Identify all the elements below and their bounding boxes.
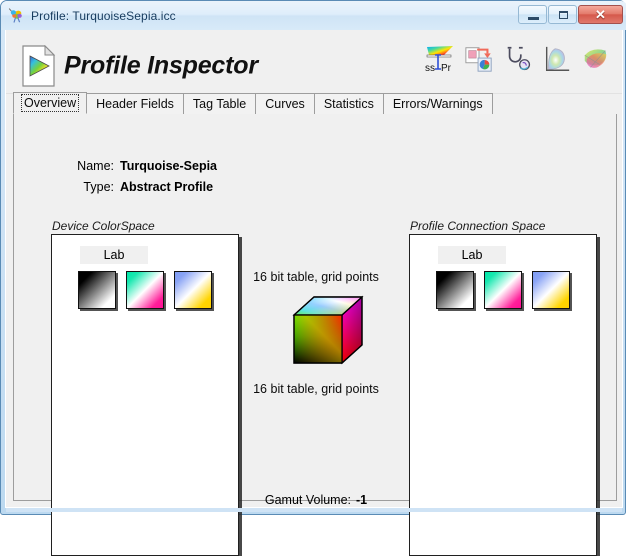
- minimize-button[interactable]: [518, 5, 547, 24]
- ssPr-gamut-icon: ss Pr: [425, 45, 453, 74]
- profile-name-label: Name:: [77, 159, 114, 173]
- tab-header-fields[interactable]: Header Fields: [86, 93, 184, 114]
- profile-assistant-button[interactable]: ss Pr: [421, 38, 458, 79]
- profile-type-label: Type:: [83, 180, 114, 194]
- chromaticity-diagram-button[interactable]: [538, 38, 575, 79]
- title-bar[interactable]: Profile: TurquoiseSepia.icc ✕: [1, 1, 626, 30]
- page-title: Profile Inspector: [64, 51, 258, 80]
- pcs-caption: Profile Connection Space: [410, 219, 546, 233]
- 3d-gamut-icon: [584, 48, 606, 68]
- maximize-button[interactable]: [548, 5, 577, 24]
- tab-statistics[interactable]: Statistics: [313, 93, 384, 114]
- device-colorspace-caption: Device ColorSpace: [52, 219, 155, 233]
- app-header: Profile Inspector ss Pr: [6, 30, 622, 94]
- toolbar: ss Pr: [421, 38, 614, 79]
- profile-type-row: Type: Abstract Profile: [68, 180, 213, 194]
- device-colorspace-tag: Lab: [80, 246, 148, 264]
- tab-statistics-label: Statistics: [323, 97, 374, 111]
- tab-errors-warnings[interactable]: Errors/Warnings: [382, 93, 493, 114]
- brain-color-icon: [8, 7, 26, 25]
- minimize-icon: [528, 17, 539, 20]
- tab-curves[interactable]: Curves: [255, 93, 315, 114]
- profile-name-row: Name: Turquoise-Sepia: [68, 159, 217, 173]
- gamut-volume-value: -1: [356, 493, 368, 507]
- b2a-table-text: 16 bit table, grid points: [253, 382, 379, 396]
- tab-errors-warnings-label: Errors/Warnings: [392, 97, 483, 111]
- gamut-volume-label: Gamut Volume:: [264, 493, 352, 507]
- rgb-color-cube: [290, 293, 366, 369]
- gamut-volume-row: Gamut Volume: -1: [14, 493, 618, 507]
- tab-overview-label: Overview: [20, 94, 80, 112]
- close-icon: ✕: [595, 6, 606, 22]
- maximize-icon: [559, 11, 568, 19]
- client-area: Profile Inspector ss Pr Overview Header …: [5, 30, 623, 556]
- tab-curves-label: Curves: [265, 97, 305, 111]
- tab-overview[interactable]: Overview: [13, 92, 88, 114]
- window-controls: ✕: [518, 5, 623, 24]
- close-button[interactable]: ✕: [578, 5, 623, 24]
- window-title: Profile: TurquoiseSepia.icc: [31, 8, 176, 23]
- apply-profile-button[interactable]: [460, 38, 497, 79]
- profile-type-value: Abstract Profile: [120, 180, 214, 194]
- svg-text:ss: ss: [425, 63, 435, 74]
- tab-header-fields-label: Header Fields: [96, 97, 174, 111]
- apply-profile-icon: [464, 46, 492, 72]
- overview-tab-page: Name: Turquoise-Sepia Type: Abstract Profi…: [13, 114, 617, 556]
- color-profile-document-icon: [22, 44, 56, 87]
- tab-tag-table[interactable]: Tag Table: [182, 93, 257, 114]
- 2d-gamut-plot-icon: [545, 46, 569, 71]
- window-bottom-band: [6, 508, 622, 512]
- stethoscope-icon: [507, 46, 530, 70]
- tab-bar: Overview Header Fields Tag Table Curves …: [13, 92, 617, 115]
- profile-doctor-button[interactable]: [499, 38, 536, 79]
- svg-text:Pr: Pr: [441, 63, 452, 74]
- profile-name-value: Turquoise-Sepia: [120, 159, 218, 173]
- application-window: Profile: TurquoiseSepia.icc ✕ Profile In…: [0, 0, 626, 556]
- tab-tag-table-label: Tag Table: [192, 97, 247, 111]
- pcs-tag: Lab: [438, 246, 506, 264]
- a2b-table-text: 16 bit table, grid points: [253, 270, 379, 284]
- gamut-viewer-button[interactable]: [577, 38, 614, 79]
